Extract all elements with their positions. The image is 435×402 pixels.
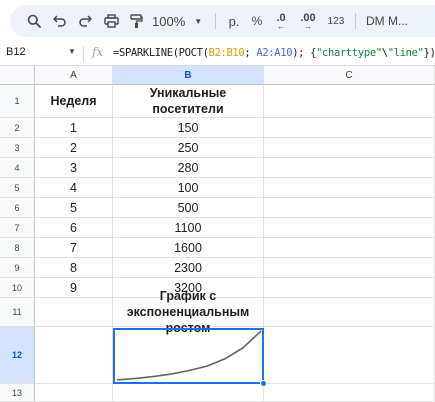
formula-mid: ); { bbox=[292, 47, 317, 59]
undo-button[interactable] bbox=[49, 5, 71, 37]
formula-separator: ; bbox=[244, 47, 257, 59]
cell-a[interactable]: 1 bbox=[35, 118, 113, 138]
chevron-down-icon: ▼ bbox=[194, 16, 203, 26]
cell-c[interactable] bbox=[264, 118, 435, 138]
cell-a[interactable]: 6 bbox=[35, 218, 113, 238]
formula-start: =SPARKLINE(РОСТ( bbox=[113, 47, 209, 59]
cell-a[interactable] bbox=[35, 298, 113, 327]
cell-b[interactable]: 1100 bbox=[113, 218, 264, 238]
redo-icon bbox=[79, 15, 92, 27]
print-button[interactable] bbox=[100, 5, 122, 37]
decrease-decimal-button[interactable]: .0 ← bbox=[270, 5, 292, 37]
font-select[interactable]: DM M... bbox=[362, 5, 435, 37]
name-box[interactable]: B12 bbox=[6, 46, 26, 58]
cell-a[interactable]: 2 bbox=[35, 138, 113, 158]
increase-decimal-button[interactable]: .00 → bbox=[296, 5, 320, 37]
search-menus-button[interactable] bbox=[22, 5, 46, 37]
cell-b[interactable] bbox=[113, 384, 264, 402]
formula-end: }) bbox=[423, 47, 435, 59]
paint-roller-icon bbox=[129, 13, 143, 28]
column-header-b[interactable]: B bbox=[113, 66, 264, 85]
row-header[interactable]: 4 bbox=[0, 158, 35, 178]
cell-a[interactable] bbox=[35, 327, 113, 384]
row-header[interactable]: 7 bbox=[0, 218, 35, 238]
cell-b[interactable]: 150 bbox=[113, 118, 264, 138]
cell-a[interactable]: 3 bbox=[35, 158, 113, 178]
row-header[interactable]: 12 bbox=[0, 327, 35, 384]
cell-b[interactable]: 100 bbox=[113, 178, 264, 198]
cell-c[interactable] bbox=[264, 238, 435, 258]
cell-b[interactable]: 2300 bbox=[113, 258, 264, 278]
row-header[interactable]: 6 bbox=[0, 198, 35, 218]
cell-b[interactable]: График с экспоненциальным ростом bbox=[113, 289, 264, 335]
cell-a[interactable]: 5 bbox=[35, 198, 113, 218]
row-header[interactable]: 10 bbox=[0, 278, 35, 298]
more-formats-button[interactable]: 123 bbox=[324, 5, 348, 37]
cell-a[interactable]: 4 bbox=[35, 178, 113, 198]
cell-c[interactable] bbox=[264, 85, 435, 118]
paint-format-button[interactable] bbox=[125, 5, 147, 37]
formula-input[interactable]: =SPARKLINE(РОСТ(B2:B10; A2:A10); {"chart… bbox=[113, 47, 435, 59]
cell-c[interactable] bbox=[264, 384, 435, 402]
row-header[interactable]: 2 bbox=[0, 118, 35, 138]
row-header[interactable]: 8 bbox=[0, 238, 35, 258]
cell-c[interactable] bbox=[264, 198, 435, 218]
cell-b[interactable]: 1600 bbox=[113, 238, 264, 258]
cell-a[interactable] bbox=[35, 384, 113, 402]
cell-b[interactable]: 250 bbox=[113, 138, 264, 158]
fill-handle[interactable] bbox=[260, 380, 267, 387]
font-name: DM M... bbox=[366, 14, 408, 28]
zoom-value: 100% bbox=[152, 13, 186, 29]
chevron-down-icon[interactable]: ▼ bbox=[68, 47, 76, 56]
cell-a[interactable]: 7 bbox=[35, 238, 113, 258]
column-header-c[interactable]: C bbox=[264, 66, 435, 85]
format-currency-button[interactable]: р. bbox=[224, 5, 244, 37]
row-header[interactable]: 13 bbox=[0, 384, 35, 402]
row-header[interactable]: 1 bbox=[0, 85, 35, 118]
row-header[interactable]: 5 bbox=[0, 178, 35, 198]
print-icon bbox=[103, 14, 119, 28]
cell-b[interactable]: 280 bbox=[113, 158, 264, 178]
formula-bar-divider bbox=[83, 46, 84, 62]
arrow-left-icon: ← bbox=[277, 21, 285, 31]
cell-b[interactable]: Уникальные посетители bbox=[113, 85, 264, 118]
cell-c[interactable] bbox=[264, 178, 435, 198]
toolbar: 100% ▼ р. % .0 ← .00 → 123 DM M... bbox=[0, 0, 435, 42]
cell-c[interactable] bbox=[264, 258, 435, 278]
toolbar-divider bbox=[215, 13, 216, 29]
search-icon bbox=[27, 14, 41, 28]
formula-ref-range-1: B2:B10 bbox=[208, 47, 245, 59]
cell-b[interactable]: 500 bbox=[113, 198, 264, 218]
formula-string-1: "charttype" bbox=[316, 47, 382, 59]
formula-ref-range-2: A2:A10 bbox=[256, 47, 293, 59]
fx-icon: fx bbox=[92, 45, 104, 59]
cell-c[interactable] bbox=[264, 158, 435, 178]
formula-bar: B12 ▼ fx =SPARKLINE(РОСТ(B2:B10; A2:A10)… bbox=[0, 42, 435, 66]
cell-c[interactable] bbox=[264, 298, 435, 327]
row-header[interactable]: 3 bbox=[0, 138, 35, 158]
cell-a[interactable]: 9 bbox=[35, 278, 113, 298]
cell-c[interactable] bbox=[264, 138, 435, 158]
redo-button[interactable] bbox=[74, 5, 96, 37]
toolbar-divider bbox=[355, 13, 356, 29]
column-header-a[interactable]: A bbox=[35, 66, 113, 85]
cell-a[interactable]: 8 bbox=[35, 258, 113, 278]
cell-a[interactable]: Неделя bbox=[35, 85, 113, 118]
selected-cell-border bbox=[113, 328, 264, 384]
cell-c[interactable] bbox=[264, 327, 435, 384]
cell-c[interactable] bbox=[264, 218, 435, 238]
format-percent-button[interactable]: % bbox=[248, 5, 266, 37]
cell-c[interactable] bbox=[264, 278, 435, 298]
row-header[interactable]: 9 bbox=[0, 258, 35, 278]
undo-icon bbox=[53, 15, 66, 27]
row-header[interactable]: 11 bbox=[0, 298, 35, 327]
zoom-select[interactable]: 100% ▼ bbox=[152, 5, 210, 37]
arrow-right-icon: → bbox=[304, 21, 312, 31]
formula-string-2: "line" bbox=[387, 47, 424, 59]
select-all-corner[interactable] bbox=[0, 66, 35, 85]
